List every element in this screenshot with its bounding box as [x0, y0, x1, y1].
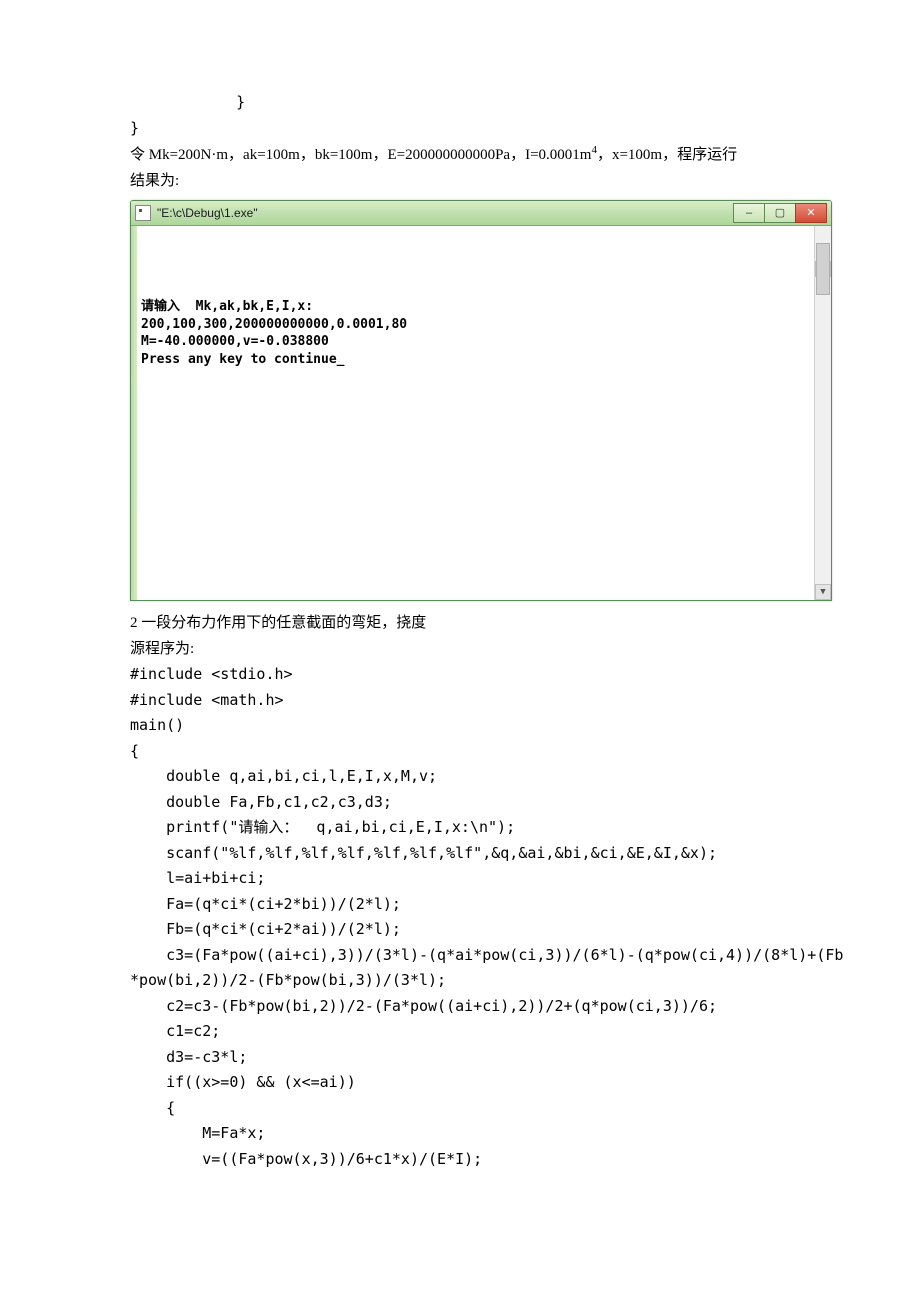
- code-line: #include <stdio.h>: [130, 662, 790, 688]
- code-line: d3=-c3*l;: [130, 1045, 790, 1071]
- console-line: 请输入 Mk,ak,bk,E,I,x:: [141, 299, 313, 314]
- console-left-border: [131, 226, 137, 600]
- code-line: double q,ai,bi,ci,l,E,I,x,M,v;: [130, 764, 790, 790]
- section-heading: 2 一段分布力作用下的任意截面的弯矩，挠度: [130, 611, 790, 637]
- code-line: main(): [130, 713, 790, 739]
- result-label: 结果为:: [130, 169, 790, 195]
- source-label: 源程序为:: [130, 637, 790, 663]
- console-window: "E:\c\Debug\1.exe" – ▢ ✕ 请输入 Mk,ak,bk,E,…: [130, 200, 832, 601]
- window-buttons: – ▢ ✕: [734, 203, 827, 223]
- console-line: Press any key to continue_: [141, 352, 345, 367]
- console-body: 请输入 Mk,ak,bk,E,I,x: 200,100,300,20000000…: [131, 226, 831, 600]
- console-content: 请输入 Mk,ak,bk,E,I,x: 200,100,300,20000000…: [141, 281, 825, 386]
- vertical-scrollbar[interactable]: ▲ ▼: [814, 226, 831, 600]
- code-line: Fa=(q*ci*(ci+2*bi))/(2*l);: [130, 892, 790, 918]
- code-line: M=Fa*x;: [130, 1121, 790, 1147]
- close-button[interactable]: ✕: [795, 203, 827, 223]
- code-line: Fb=(q*ci*(ci+2*ai))/(2*l);: [130, 917, 790, 943]
- code-line: {: [130, 739, 790, 765]
- code-line: c2=c3-(Fb*pow(bi,2))/2-(Fa*pow((ai+ci),2…: [130, 994, 790, 1020]
- console-title: "E:\c\Debug\1.exe": [157, 203, 734, 223]
- code-line: v=((Fa*pow(x,3))/6+c1*x)/(E*I);: [130, 1147, 790, 1173]
- scroll-thumb[interactable]: [816, 243, 830, 295]
- code-line: c3=(Fa*pow((ai+ci),3))/(3*l)-(q*ai*pow(c…: [130, 943, 790, 969]
- minimize-button[interactable]: –: [733, 203, 765, 223]
- console-line: M=-40.000000,v=-0.038800: [141, 334, 329, 349]
- code-line: {: [130, 1096, 790, 1122]
- parameter-text: 令 Mk=200N·m，ak=100m，bk=100m，E=2000000000…: [130, 141, 790, 169]
- console-line: 200,100,300,200000000000,0.0001,80: [141, 317, 407, 332]
- code-line: c1=c2;: [130, 1019, 790, 1045]
- code-line: if((x>=0) && (x<=ai)): [130, 1070, 790, 1096]
- param-suffix: ，x=100m，程序运行: [597, 147, 737, 163]
- code-line: printf("请输入： q,ai,bi,ci,E,I,x:\n");: [130, 815, 790, 841]
- code-line: #include <math.h>: [130, 688, 790, 714]
- code-brace: }: [130, 90, 790, 116]
- code-line: double Fa,Fb,c1,c2,c3,d3;: [130, 790, 790, 816]
- maximize-button[interactable]: ▢: [764, 203, 796, 223]
- scroll-down-arrow[interactable]: ▼: [815, 584, 831, 600]
- app-icon: [135, 205, 151, 221]
- param-prefix: 令 Mk=200N·m，ak=100m，bk=100m，E=2000000000…: [130, 147, 591, 163]
- code-brace: }: [130, 116, 790, 142]
- code-line: l=ai+bi+ci;: [130, 866, 790, 892]
- code-line: *pow(bi,2))/2-(Fb*pow(bi,3))/(3*l);: [130, 968, 790, 994]
- console-titlebar: "E:\c\Debug\1.exe" – ▢ ✕: [131, 201, 831, 226]
- code-line: scanf("%lf,%lf,%lf,%lf,%lf,%lf,%lf",&q,&…: [130, 841, 790, 867]
